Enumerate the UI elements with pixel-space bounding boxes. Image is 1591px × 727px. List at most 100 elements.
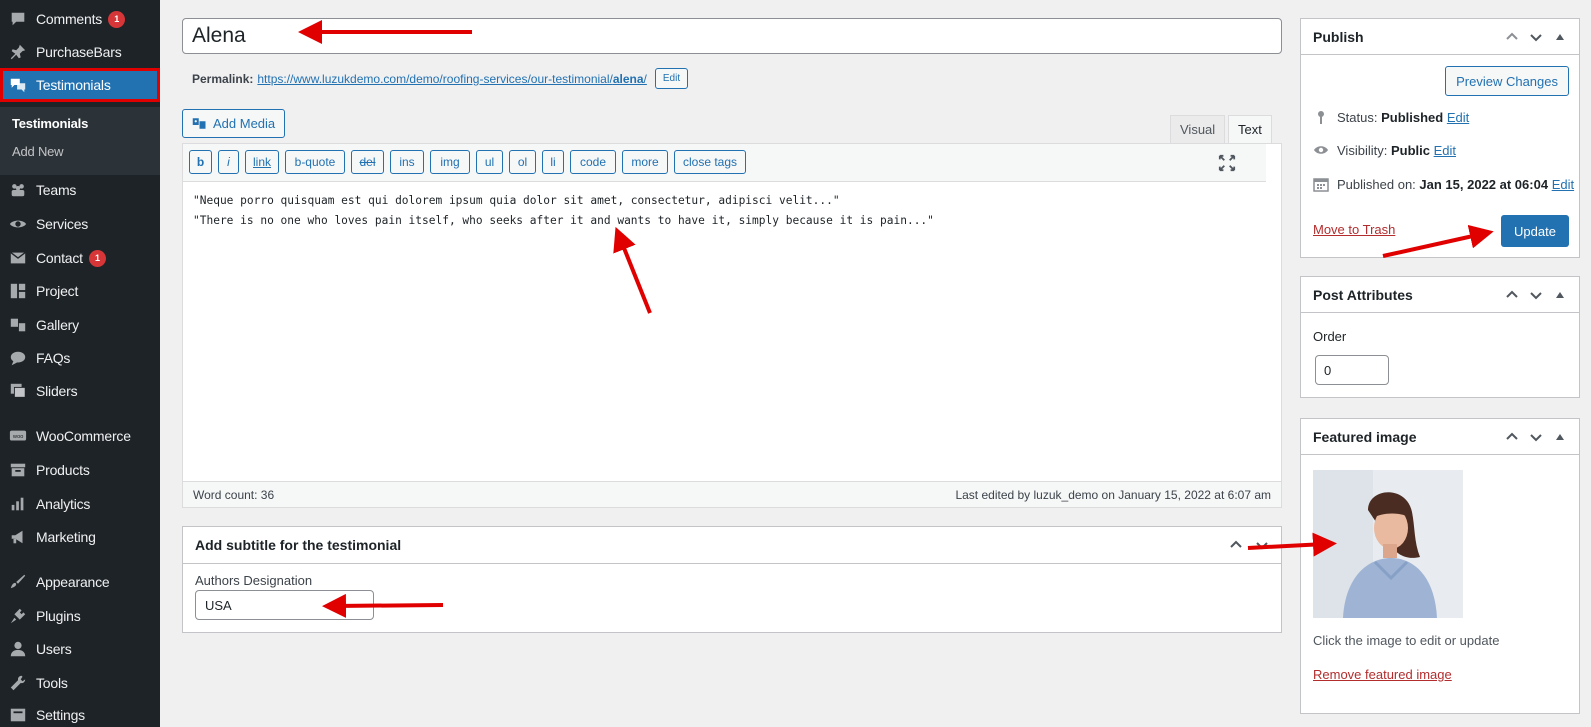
chevron-down-icon[interactable] — [1529, 288, 1543, 302]
permalink-label: Permalink: — [192, 71, 254, 86]
sidebar-item-label: Tools — [36, 675, 68, 691]
sidebar-item-sliders[interactable]: Sliders — [0, 376, 160, 406]
submenu-item-add-new[interactable]: Add New — [12, 144, 64, 159]
published-label: Published on: — [1337, 176, 1416, 192]
sidebar-item-appearance[interactable]: Appearance — [0, 567, 160, 597]
collapse-triangle-icon[interactable] — [1553, 430, 1567, 444]
chevron-up-icon[interactable] — [1505, 430, 1519, 444]
permalink-link[interactable]: https://www.luzukdemo.com/demo/roofing-s… — [257, 72, 647, 86]
content-line: "Neque porro quisquam est qui dolorem ip… — [193, 194, 840, 207]
sidebar-item-teams[interactable]: Teams — [0, 175, 160, 205]
sidebar-item-testimonials[interactable]: Testimonials — [0, 68, 160, 102]
sidebar-item-label: Project — [36, 283, 79, 299]
designation-input[interactable]: USA — [195, 590, 374, 620]
featured-image-thumbnail[interactable] — [1313, 470, 1463, 618]
qt-img-button[interactable]: img — [430, 150, 470, 174]
published-edit-link[interactable]: Edit — [1552, 177, 1574, 192]
sidebar-item-faqs[interactable]: FAQs — [0, 343, 160, 373]
qt-ul-button[interactable]: ul — [476, 150, 503, 174]
sidebar-item-analytics[interactable]: Analytics — [0, 489, 160, 519]
sidebar-item-label: WooCommerce — [36, 428, 131, 444]
sidebar-item-label: Comments — [36, 11, 103, 27]
qt-link-button[interactable]: link — [245, 150, 279, 174]
remove-featured-image-link[interactable]: Remove featured image — [1313, 667, 1452, 682]
sidebar-item-products[interactable]: Products — [0, 455, 160, 485]
sidebar-item-label: FAQs — [36, 350, 71, 366]
status-value: Published — [1381, 109, 1444, 125]
wrench-icon — [0, 674, 36, 692]
chevron-up-icon[interactable] — [1229, 538, 1243, 552]
word-count: Word count: 36 — [193, 487, 275, 502]
post-title-input[interactable]: Alena — [182, 18, 1282, 54]
subtitle-metabox-header: Add subtitle for the testimonial — [183, 527, 1281, 564]
tab-visual[interactable]: Visual — [1170, 115, 1226, 143]
qt-ins-button[interactable]: ins — [390, 150, 424, 174]
add-media-button[interactable]: Add Media — [182, 109, 286, 138]
permalink-url: https://www.luzukdemo.com/demo/roofing-s… — [257, 71, 613, 86]
qt-bquote-button[interactable]: b-quote — [285, 150, 345, 174]
quicktags-toolbar: b i link b-quote del ins img ul ol li co… — [183, 144, 1266, 182]
sidebar-item-project[interactable]: Project — [0, 276, 160, 306]
qt-del-button[interactable]: del — [351, 150, 384, 174]
chevron-up-icon[interactable] — [1505, 288, 1519, 302]
megaphone-icon — [0, 528, 36, 546]
collapse-triangle-icon[interactable] — [1553, 30, 1567, 44]
plug-icon — [0, 607, 36, 625]
chevron-down-icon[interactable] — [1529, 430, 1543, 444]
chevron-up-icon[interactable] — [1505, 30, 1519, 44]
chevron-down-icon[interactable] — [1529, 30, 1543, 44]
permalink-edit-button[interactable]: Edit — [654, 68, 689, 89]
post-attributes-header: Post Attributes — [1301, 277, 1579, 313]
qt-more-button[interactable]: more — [622, 150, 668, 174]
collapse-triangle-icon[interactable] — [1553, 288, 1567, 302]
eye-icon — [1314, 146, 1328, 154]
preview-changes-button[interactable]: Preview Changes — [1445, 66, 1569, 96]
contact-count-badge: 1 — [88, 249, 106, 267]
sidebar-item-contact[interactable]: Contact 1 — [0, 243, 160, 273]
sidebar-item-gallery[interactable]: Gallery — [0, 310, 160, 340]
settings-icon — [0, 706, 36, 724]
sidebar-item-label: Sliders — [36, 383, 78, 399]
status-edit-link[interactable]: Edit — [1447, 110, 1469, 125]
comment-icon — [0, 10, 36, 28]
sidebar-item-users[interactable]: Users — [0, 634, 160, 664]
tab-text[interactable]: Text — [1228, 115, 1272, 143]
featured-image-metabox: Featured image Click the image to edit o… — [1300, 418, 1580, 714]
update-button[interactable]: Update — [1501, 215, 1569, 247]
sidebar-item-tools[interactable]: Tools — [0, 668, 160, 698]
sidebar-item-purchasebars[interactable]: PurchaseBars — [0, 37, 160, 67]
sidebar-item-services[interactable]: Services — [0, 209, 160, 239]
text-editor: b i link b-quote del ins img ul ol li co… — [182, 143, 1282, 508]
svg-text:woo: woo — [13, 434, 23, 440]
sidebar-item-label: Users — [36, 641, 72, 657]
sidebar-item-marketing[interactable]: Marketing — [0, 522, 160, 552]
sidebar-item-settings[interactable]: Settings — [0, 700, 160, 727]
sidebar-item-plugins[interactable]: Plugins — [0, 601, 160, 631]
chevron-down-icon[interactable] — [1255, 538, 1269, 552]
brush-icon — [0, 573, 36, 591]
sidebar-item-comments[interactable]: Comments 1 — [0, 4, 160, 34]
submenu-item-testimonials[interactable]: Testimonials — [12, 116, 88, 131]
subtitle-metabox: Add subtitle for the testimonial Authors… — [182, 526, 1282, 633]
qt-ol-button[interactable]: ol — [509, 150, 536, 174]
groups-icon — [0, 181, 36, 199]
move-to-trash-link[interactable]: Move to Trash — [1313, 222, 1395, 237]
visibility-label: Visibility: — [1337, 142, 1388, 158]
bar-chart-icon — [0, 495, 36, 513]
images-icon — [0, 382, 36, 400]
qt-italic-button[interactable]: i — [218, 150, 239, 174]
qt-close-tags-button[interactable]: close tags — [674, 150, 746, 174]
visibility-edit-link[interactable]: Edit — [1434, 143, 1456, 158]
editor-status-bar: Word count: 36 Last edited by luzuk_demo… — [183, 481, 1281, 507]
sidebar-item-label: Appearance — [36, 574, 110, 590]
sidebar-item-label: Products — [36, 462, 90, 478]
sidebar-item-label: Analytics — [36, 496, 91, 512]
qt-li-button[interactable]: li — [542, 150, 564, 174]
qt-bold-button[interactable]: b — [189, 150, 212, 174]
editor-content-area[interactable]: "Neque porro quisquam est qui dolorem ip… — [193, 191, 1253, 231]
sidebar-item-label: PurchaseBars — [36, 44, 122, 60]
sidebar-item-woocommerce[interactable]: woo WooCommerce — [0, 421, 160, 451]
qt-code-button[interactable]: code — [570, 150, 616, 174]
fullscreen-icon[interactable] — [1218, 154, 1236, 172]
order-input[interactable]: 0 — [1315, 355, 1389, 385]
